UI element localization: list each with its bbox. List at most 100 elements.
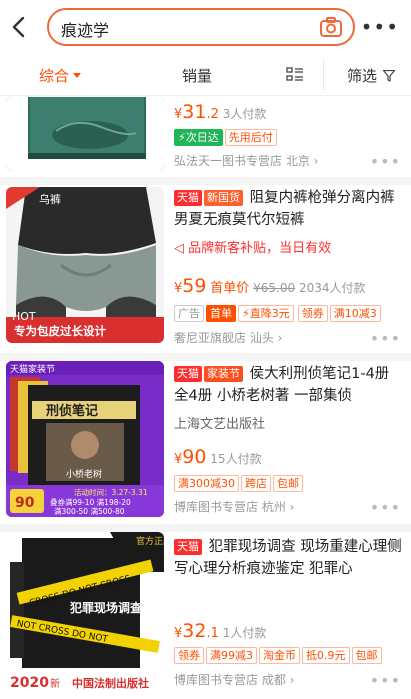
caret-down-icon [73, 73, 82, 78]
thumb-brand: 乌裤 [39, 192, 61, 206]
search-input[interactable]: 痕迹学 [47, 8, 355, 46]
more-menu-button[interactable]: ••• [361, 17, 399, 37]
svg-text:HOT: HOT [12, 310, 36, 323]
divider [323, 60, 324, 90]
filter-button[interactable]: 筛选 [347, 65, 377, 86]
funnel-icon[interactable] [383, 70, 395, 82]
title-text: 犯罪现场调查 现场重建心理侧写心理分析痕迹鉴定 犯罪心 [174, 539, 402, 577]
more-icon[interactable]: ••• [370, 152, 401, 171]
shop-location: 杭州 [261, 500, 286, 514]
thumb-caption: 专为包皮过长设计 [14, 324, 106, 338]
book-set-image: 天猫家装节 刑侦笔记 小桥老树 90 活动时间：3.27-3.31 叠券满99-… [6, 361, 164, 517]
product-title[interactable]: 天猫 新国货 阻复内裤枪弹分离内裤男夏无痕莫代尔短裤 [174, 187, 405, 231]
product-title[interactable]: 天猫 家装节 侯大利刑侦笔记1-4册 全4册 小桥老树著 一部集侦 [174, 363, 405, 407]
discount-badge: 满10减3 [329, 305, 381, 322]
divider [0, 353, 411, 361]
product-image[interactable]: 天猫家装节 刑侦笔记 小桥老树 90 活动时间：3.27-3.31 叠券满99-… [6, 361, 164, 517]
deduction-badge: 抵0.9元 [302, 647, 350, 664]
divider [0, 177, 411, 185]
shop-link[interactable]: 博库图书专营店 成都 › [174, 671, 294, 688]
coupon-badge[interactable]: 领券 [297, 305, 328, 322]
ad-badge: 广告 [174, 305, 204, 322]
sort-tab-sales[interactable]: 销量 [182, 65, 212, 86]
shop-link[interactable]: 弘法天一图书专营店 北京 › [174, 152, 318, 169]
platform-badge: 天猫 [174, 190, 202, 206]
svg-text:小桥老树: 小桥老树 [66, 468, 102, 480]
price: 59 [182, 275, 207, 297]
platform-badge: 天猫 [174, 366, 202, 382]
list-item[interactable]: ¥31.2 3人付款 ⚡次日达 先用后付 弘法天一图书专营店 北京 › ••• [0, 97, 411, 177]
shop-location: 北京 [285, 154, 310, 168]
thumb-promo-2: 满300-50 满500-80 [54, 506, 125, 516]
camera-icon[interactable] [319, 16, 343, 38]
price: 31 [182, 101, 207, 123]
thumb-publisher: 中国法制出版社 [72, 676, 149, 690]
shop-name: 奢尼亚旗舰店 [174, 331, 247, 345]
shop-location: 汕头 [249, 331, 274, 345]
chevron-left-icon[interactable] [8, 14, 32, 40]
subsidy-line: ◁ 品牌新客补贴，当日有效 [174, 241, 332, 256]
underwear-photo: HOT 乌裤 专为包皮过长设计 [6, 187, 164, 343]
price-label: 首单价 [210, 281, 250, 296]
thumb-book-title: 刑侦笔记 [46, 403, 98, 419]
divider [0, 524, 411, 532]
thumb-year: 2020 [10, 675, 49, 690]
cross-store-badge: 跨店 [241, 475, 271, 492]
price-drop-badge: ⚡直降3元 [238, 305, 294, 322]
search-query: 痕迹学 [61, 21, 110, 40]
sold-count: 2034人付款 [298, 281, 366, 295]
free-shipping-badge: 包邮 [273, 475, 303, 492]
shop-location: 成都 [261, 673, 286, 687]
thumb-book-title: 犯罪现场调查 [69, 600, 143, 615]
coin-badge: 淘金币 [259, 647, 300, 664]
product-image[interactable]: HOT 乌裤 专为包皮过长设计 [6, 187, 164, 343]
coupon-badge[interactable]: 领券 [174, 647, 204, 664]
shop-link[interactable]: 博库图书专营店 杭州 › [174, 498, 294, 515]
thumb-year-suffix: 新 [50, 677, 60, 690]
campaign-badge: 新国货 [204, 190, 243, 206]
more-icon[interactable]: ••• [370, 498, 401, 517]
original-price: ¥65.00 [253, 281, 296, 295]
price: 32 [182, 620, 207, 642]
sold-count: 1人付款 [222, 626, 267, 640]
shop-link[interactable]: 奢尼亚旗舰店 汕头 › [174, 329, 282, 346]
thumb-corner: 官方正版 [136, 535, 164, 547]
price: 90 [182, 446, 207, 468]
sort-tab-label: 综合 [39, 67, 70, 85]
price-decimal: .1 [206, 626, 219, 641]
next-day-badge: ⚡次日达 [174, 129, 223, 146]
shop-name: 弘法天一图书专营店 [174, 154, 283, 168]
more-icon[interactable]: ••• [370, 329, 401, 348]
shop-name: 博库图书专营店 [174, 500, 259, 514]
top-bar: 痕迹学 ••• [0, 0, 411, 54]
product-title[interactable]: 天猫 犯罪现场调查 现场重建心理侧写心理分析痕迹鉴定 犯罪心 [174, 536, 405, 580]
platform-badge: 天猫 [174, 539, 202, 555]
book-cover-image [6, 97, 164, 171]
discount-badge: 满300减30 [174, 475, 239, 492]
publisher: 上海文艺出版社 [174, 417, 266, 432]
list-item[interactable]: HOT 乌裤 专为包皮过长设计 天猫 新国货 阻复内裤枪弹分离内裤男夏无痕莫代尔短… [0, 185, 411, 353]
list-item[interactable]: 官方正版 CROSS DO NOT CROSS NOT CROSS DO NOT… [0, 532, 411, 699]
sold-count: 3人付款 [222, 107, 267, 121]
free-shipping-badge: 包邮 [351, 647, 382, 664]
thumb-price: 90 [15, 495, 35, 511]
thumb-promo-1: 叠券满99-10 满198-20 [50, 497, 131, 507]
speaker-icon: ◁ [174, 241, 184, 256]
product-image[interactable]: 官方正版 CROSS DO NOT CROSS NOT CROSS DO NOT… [6, 532, 164, 690]
list-view-icon[interactable] [286, 67, 304, 83]
campaign-badge: 家装节 [204, 366, 243, 382]
sold-count: 15人付款 [210, 452, 262, 466]
sort-bar: 综合 销量 筛选 [0, 54, 411, 96]
sort-tab-comprehensive[interactable]: 综合 [39, 65, 82, 86]
more-icon[interactable]: ••• [370, 671, 401, 690]
book-cover-image: 官方正版 CROSS DO NOT CROSS NOT CROSS DO NOT… [6, 532, 164, 690]
thumb-date: 活动时间：3.27-3.31 [74, 487, 148, 497]
shop-name: 博库图书专营店 [174, 673, 259, 687]
product-image[interactable] [6, 97, 164, 171]
discount-badge: 满99减3 [206, 647, 257, 664]
list-item[interactable]: 天猫家装节 刑侦笔记 小桥老树 90 活动时间：3.27-3.31 叠券满99-… [0, 361, 411, 524]
thumb-campaign: 天猫家装节 [10, 363, 55, 375]
first-order-badge: 首单 [206, 305, 236, 322]
price-decimal: .2 [206, 107, 219, 122]
pay-later-badge: 先用后付 [224, 129, 277, 146]
